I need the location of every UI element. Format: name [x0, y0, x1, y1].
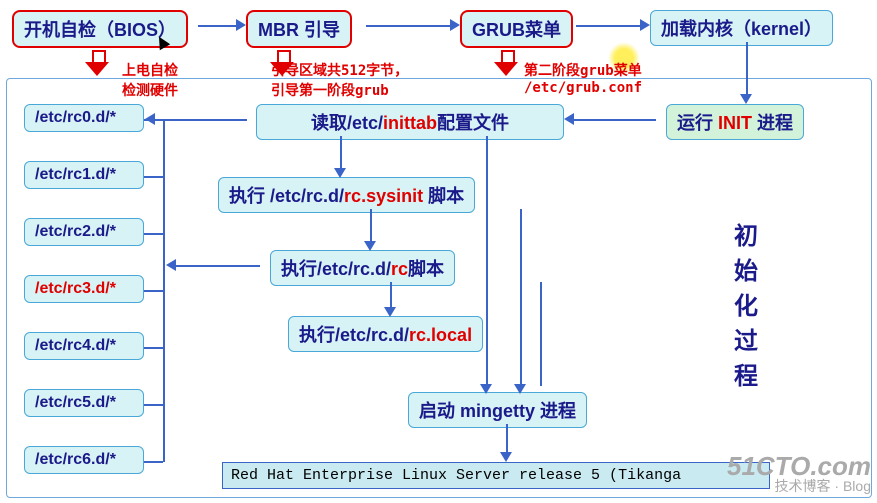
t: 启动 [419, 401, 455, 421]
grub-label: GRUB菜单 [472, 20, 561, 40]
ah [364, 241, 376, 251]
t: /etc/rc.d/ [270, 186, 344, 206]
ah [334, 168, 346, 178]
wm-small: 技术博客 · Blog [727, 479, 871, 493]
rc4: /etc/rc4.d/* [24, 332, 144, 360]
vline [370, 209, 372, 243]
t: /etc/rc.d/ [335, 325, 409, 345]
bios-label: 开机自检（BIOS） [24, 20, 176, 40]
box-read-inittab: 读取/etc/inittab配置文件 [256, 104, 564, 140]
t: rc.local [409, 325, 472, 345]
ah [514, 384, 526, 394]
hline [155, 119, 247, 121]
tree-h [144, 461, 163, 463]
t: 运行 [677, 113, 713, 133]
box-init: 运行 INIT 进程 [666, 104, 804, 140]
terminal-output: Red Hat Enterprise Linux Server release … [222, 462, 770, 489]
box-mbr: MBR 引导 [246, 10, 352, 48]
t: inittab [383, 113, 437, 133]
vline [520, 209, 522, 386]
arrow-head [450, 19, 460, 31]
t: 执行 [299, 325, 335, 345]
box-grub: GRUB菜单 [460, 10, 573, 48]
vline [340, 136, 342, 170]
t: 进程 [540, 401, 576, 421]
t: /etc/ [347, 113, 383, 133]
kernel-label: 加载内核（kernel） [661, 19, 822, 39]
rc6: /etc/rc6.d/* [24, 446, 144, 474]
rc1: /etc/rc1.d/* [24, 161, 144, 189]
t: rc.sysinit [344, 186, 423, 206]
tree-h [144, 176, 163, 178]
t: 执行 [229, 186, 265, 206]
arrow-line [366, 25, 450, 27]
mbr-post: 引导 [304, 20, 340, 40]
vline [390, 282, 392, 309]
arrow-line [198, 25, 236, 27]
wm-big: 51CTO.com [727, 453, 871, 479]
arrow-line [746, 42, 748, 94]
t: 读取 [311, 113, 347, 133]
tree-h [144, 290, 163, 292]
red-arrow-grub [494, 50, 518, 76]
rc2: /etc/rc2.d/* [24, 218, 144, 246]
ann-mbr: 引导区域共512字节，引导第一阶段grub [271, 60, 408, 100]
t: INIT [718, 113, 752, 133]
tree-h [144, 404, 163, 406]
box-mingetty: 启动 mingetty 进程 [408, 392, 587, 428]
ah [384, 307, 396, 317]
watermark: 51CTO.com 技术博客 · Blog [727, 453, 871, 493]
vline [506, 424, 508, 454]
arrow-head [640, 19, 650, 31]
ah [480, 384, 492, 394]
box-rclocal: 执行/etc/rc.d/rc.local [288, 316, 483, 352]
rc3: /etc/rc3.d/* [24, 275, 144, 303]
rc5: /etc/rc5.d/* [24, 389, 144, 417]
t: 脚本 [408, 259, 444, 279]
arrow-head [564, 113, 574, 125]
arrow-head [740, 94, 752, 104]
red-arrow-bios [85, 50, 109, 76]
t: rc [391, 259, 408, 279]
arrow-line [576, 25, 640, 27]
rc0: /etc/rc0.d/* [24, 104, 144, 132]
box-sysinit: 执行 /etc/rc.d/rc.sysinit 脚本 [218, 177, 475, 213]
vline [486, 136, 488, 386]
vline [540, 282, 542, 386]
box-rc: 执行/etc/rc.d/rc脚本 [270, 250, 455, 286]
t: /etc/rc.d/ [317, 259, 391, 279]
hline [176, 265, 260, 267]
arrow-head [236, 19, 246, 31]
tree-h [144, 347, 163, 349]
t: 进程 [757, 113, 793, 133]
ann-bios: 上电自检检测硬件 [122, 60, 178, 100]
tree-v [163, 119, 165, 462]
t: mingetty [460, 401, 535, 421]
tree-h [144, 233, 163, 235]
tree-h [144, 119, 163, 121]
ah [166, 259, 176, 271]
t: 脚本 [428, 186, 464, 206]
box-kernel: 加载内核（kernel） [650, 10, 833, 46]
ah [500, 452, 512, 462]
side-label: 初始化过程 [734, 216, 758, 391]
arrow-line [574, 119, 656, 121]
t: 执行 [281, 259, 317, 279]
mbr-pre: MBR [258, 20, 299, 40]
ann-grub: 第二阶段grub菜单/etc/grub.conf [524, 60, 642, 96]
t: 配置文件 [437, 113, 509, 133]
